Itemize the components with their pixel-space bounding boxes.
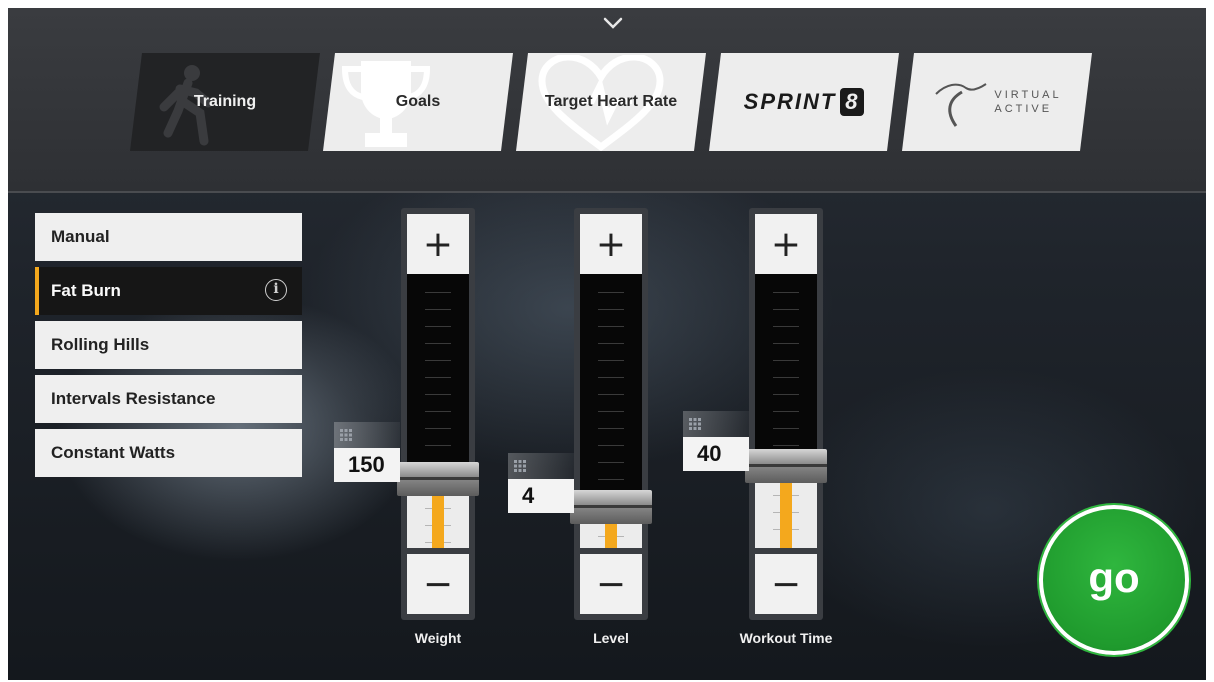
level-value[interactable]: 4	[508, 479, 574, 513]
tab-label: Target Heart Rate	[544, 93, 678, 110]
track-tick	[425, 360, 451, 361]
go-label: go	[1088, 554, 1140, 601]
track-tick	[425, 326, 451, 327]
track-tick	[425, 343, 451, 344]
slider-track[interactable]	[755, 274, 817, 548]
workout-time-slider-handle[interactable]	[745, 449, 827, 483]
weight-value[interactable]: 150	[334, 448, 400, 482]
keypad-icon	[340, 429, 352, 441]
workout-intervals-resistance[interactable]: Intervals Resistance	[35, 375, 302, 423]
track-tick	[773, 292, 799, 293]
weight-keypad-toggle[interactable]	[334, 422, 400, 448]
level-label: Level	[593, 630, 629, 646]
tab-target-heart-rate[interactable]: Target Heart Rate	[516, 53, 706, 151]
top-bar: Training Goals Target Heart Rate SPRINT	[8, 8, 1206, 193]
track-tick	[425, 411, 451, 412]
workout-time-keypad-toggle[interactable]	[683, 411, 749, 437]
level-slider[interactable]: + −	[570, 208, 652, 620]
level-slider-handle[interactable]	[570, 490, 652, 524]
workout-time-decrease-button[interactable]: −	[755, 554, 817, 614]
keypad-icon	[514, 460, 526, 472]
track-tick	[773, 309, 799, 310]
virtual-label: VIRTUAL	[994, 89, 1062, 101]
track-tick	[773, 411, 799, 412]
virtual-active-logo: VIRTUAL ACTIVE	[932, 74, 1061, 130]
track-tick	[773, 343, 799, 344]
weight-decrease-button[interactable]: −	[407, 554, 469, 614]
workout-label: Intervals Resistance	[51, 389, 216, 408]
keypad-icon	[689, 418, 701, 430]
chevron-down-icon[interactable]	[601, 16, 625, 32]
screen: Training Goals Target Heart Rate SPRINT	[8, 8, 1206, 680]
slider-track[interactable]	[407, 274, 469, 548]
track-tick	[598, 377, 624, 378]
track-tick	[598, 326, 624, 327]
workout-label: Fat Burn	[51, 281, 121, 300]
weight-increase-button[interactable]: +	[407, 214, 469, 274]
workout-manual[interactable]: Manual	[35, 213, 302, 261]
track-tick	[425, 292, 451, 293]
track-tick	[598, 360, 624, 361]
weight-slider-handle[interactable]	[397, 462, 479, 496]
track-tick	[598, 411, 624, 412]
tab-virtual-active[interactable]: VIRTUAL ACTIVE	[902, 53, 1092, 151]
track-tick	[598, 343, 624, 344]
track-tick	[598, 394, 624, 395]
track-tick	[425, 309, 451, 310]
track-tick	[425, 394, 451, 395]
track-tick	[773, 360, 799, 361]
track-tick	[598, 462, 624, 463]
track-tick	[425, 377, 451, 378]
active-label: ACTIVE	[994, 103, 1053, 115]
workout-label: Manual	[51, 227, 110, 246]
workout-label: Rolling Hills	[51, 335, 150, 354]
workout-fat-burn[interactable]: Fat Burn i	[35, 267, 302, 315]
level-increase-button[interactable]: +	[580, 214, 642, 274]
track-tick	[773, 326, 799, 327]
track-tick	[598, 445, 624, 446]
weight-label: Weight	[414, 630, 462, 646]
workout-time-increase-button[interactable]: +	[755, 214, 817, 274]
track-tick	[598, 479, 624, 480]
workout-time-label: Workout Time	[739, 630, 833, 646]
track-tick	[425, 445, 451, 446]
workout-list: Manual Fat Burn i Rolling Hills Interval…	[35, 213, 302, 483]
track-tick	[598, 309, 624, 310]
sprint-badge: 8	[840, 88, 864, 116]
tab-label: Goals	[395, 93, 441, 110]
track-tick	[773, 428, 799, 429]
tab-label: Training	[193, 93, 257, 110]
tab-sprint8[interactable]: SPRINT 8	[709, 53, 899, 151]
go-button[interactable]: go	[1039, 505, 1189, 655]
track-tick	[773, 377, 799, 378]
tab-goals[interactable]: Goals	[323, 53, 513, 151]
tab-training[interactable]: Training	[130, 53, 320, 151]
level-decrease-button[interactable]: −	[580, 554, 642, 614]
workout-time-value[interactable]: 40	[683, 437, 749, 471]
sprint-label: SPRINT	[743, 89, 837, 114]
virtual-active-swoosh-icon	[932, 74, 988, 130]
workout-label: Constant Watts	[51, 443, 176, 462]
track-tick	[773, 445, 799, 446]
track-tick	[425, 428, 451, 429]
level-keypad-toggle[interactable]	[508, 453, 574, 479]
workout-constant-watts[interactable]: Constant Watts	[35, 429, 302, 477]
track-tick	[598, 428, 624, 429]
workout-time-slider[interactable]: + −	[745, 208, 827, 620]
track-tick	[773, 394, 799, 395]
workout-rolling-hills[interactable]: Rolling Hills	[35, 321, 302, 369]
info-icon[interactable]: i	[265, 279, 287, 301]
track-tick	[598, 292, 624, 293]
sprint8-logo: SPRINT 8	[744, 88, 865, 116]
weight-slider[interactable]: + −	[397, 208, 479, 620]
